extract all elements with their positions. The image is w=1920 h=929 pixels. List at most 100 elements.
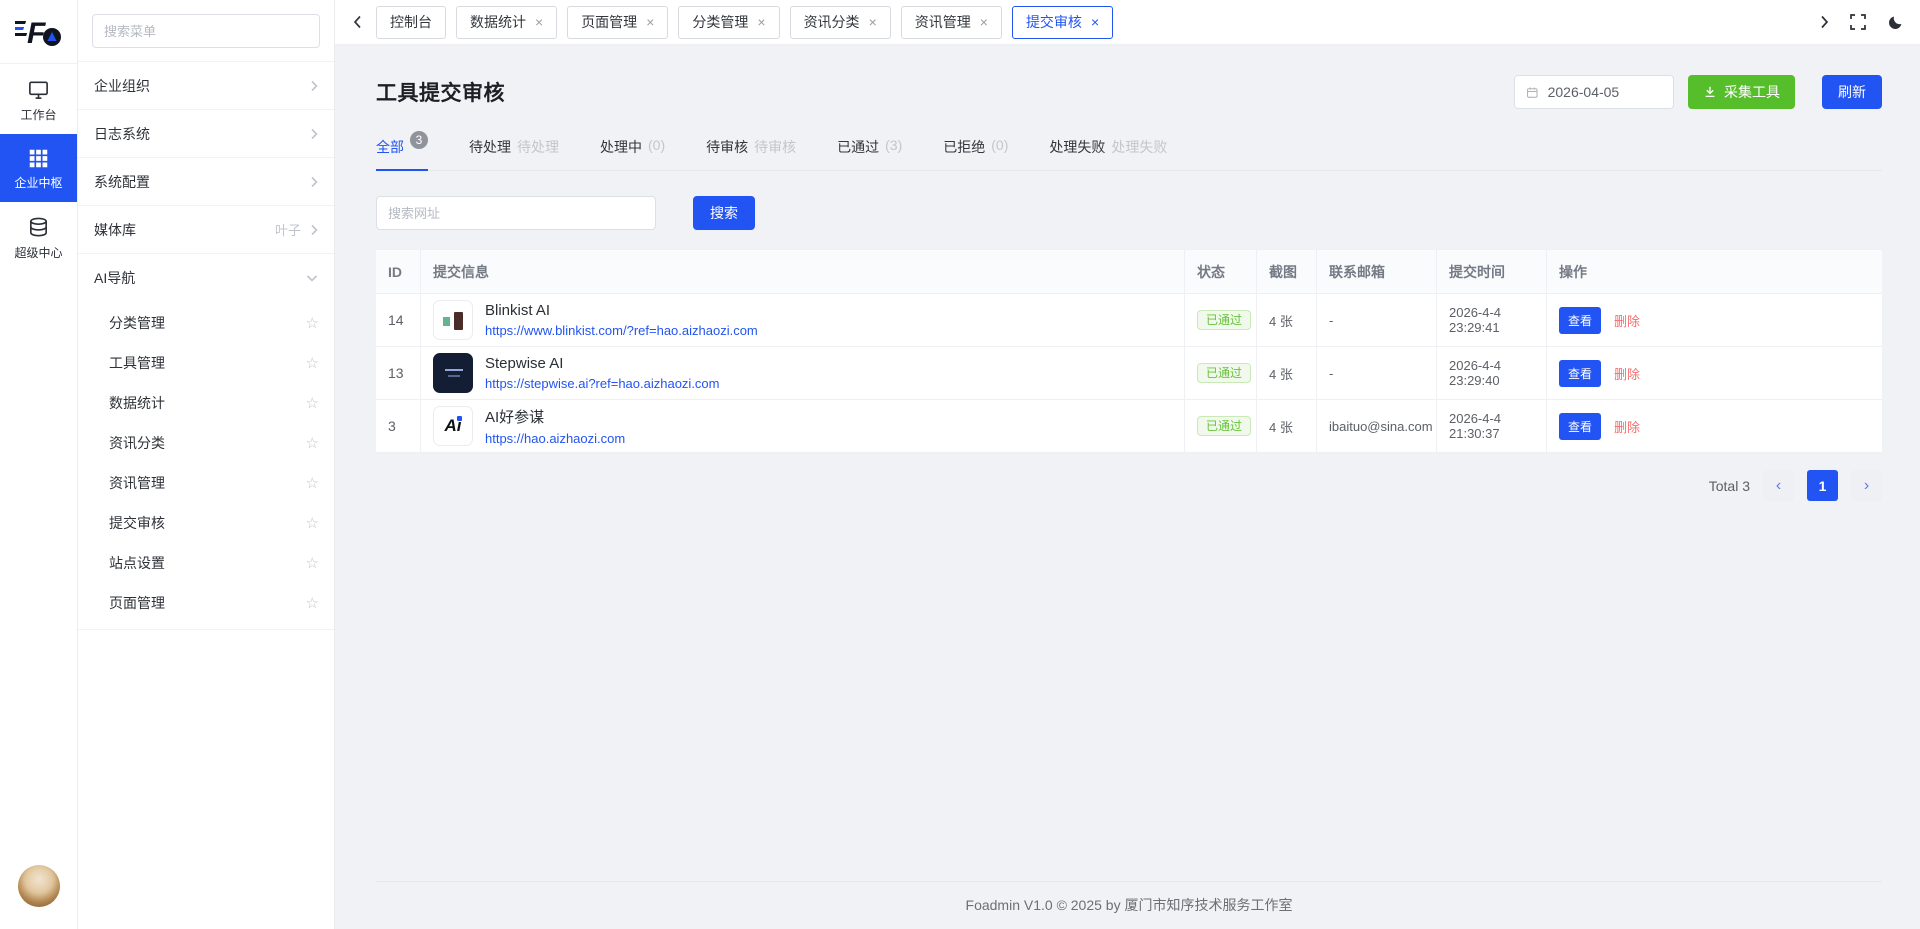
star-icon[interactable]: ☆ xyxy=(306,596,319,611)
status-tab-awaiting-review[interactable]: 待审核 待审核 xyxy=(706,137,796,170)
rail-item-label: 企业中枢 xyxy=(14,177,62,189)
status-tab-processing[interactable]: 处理中 (0) xyxy=(600,137,665,170)
submenu-item-site-settings[interactable]: 站点设置 ☆ xyxy=(78,543,334,583)
view-button[interactable]: 查看 xyxy=(1559,413,1601,440)
next-page-icon[interactable]: › xyxy=(1851,470,1882,501)
star-icon[interactable]: ☆ xyxy=(306,436,319,451)
close-icon[interactable]: × xyxy=(869,15,877,29)
tab-console[interactable]: 控制台 xyxy=(376,6,446,39)
menu-item-org[interactable]: 企业组织 xyxy=(78,61,334,109)
tool-url-link[interactable]: https://hao.aizhaozi.com xyxy=(485,431,625,446)
left-rail: F 工作台 企业中枢 xyxy=(0,0,78,929)
page-number-current[interactable]: 1 xyxy=(1807,470,1838,501)
view-button[interactable]: 查看 xyxy=(1559,360,1601,387)
star-icon[interactable]: ☆ xyxy=(306,476,319,491)
fullscreen-icon[interactable] xyxy=(1850,14,1866,30)
tab-label: 控制台 xyxy=(390,12,432,32)
tab-news-category[interactable]: 资讯分类 × xyxy=(790,6,891,39)
tab-category-mgmt[interactable]: 分类管理 × xyxy=(678,6,779,39)
submenu-item-tool-mgmt[interactable]: 工具管理 ☆ xyxy=(78,343,334,383)
open-tabs: 控制台 数据统计 × 页面管理 × 分类管理 × 资讯分类 × xyxy=(376,6,1820,39)
status-tab-label: 全部 xyxy=(376,137,404,157)
menu-search-input[interactable] xyxy=(92,14,320,48)
main-area: 控制台 数据统计 × 页面管理 × 分类管理 × 资讯分类 × xyxy=(335,0,1920,929)
submenu-item-label: 工具管理 xyxy=(109,353,306,373)
svg-text:F: F xyxy=(27,17,46,50)
rail-item-workbench[interactable]: 工作台 xyxy=(0,64,77,134)
chevron-right-icon xyxy=(310,80,318,92)
header-controls: 采集工具 刷新 xyxy=(1514,75,1882,109)
star-icon[interactable]: ☆ xyxy=(306,316,319,331)
dark-mode-moon-icon[interactable] xyxy=(1887,14,1904,31)
refresh-button[interactable]: 刷新 xyxy=(1822,75,1882,109)
close-icon[interactable]: × xyxy=(757,15,765,29)
tabs-scroll-right-icon[interactable] xyxy=(1820,15,1829,29)
rail-item-super-center[interactable]: 超级中心 xyxy=(0,202,77,272)
menu-item-ai-nav[interactable]: AI导航 xyxy=(78,253,334,301)
cell-info: Blinkist AI https://www.blinkist.com/?re… xyxy=(421,294,1185,347)
chevron-down-icon xyxy=(306,274,318,282)
status-tab-rejected[interactable]: 已拒绝 (0) xyxy=(943,137,1008,170)
date-picker[interactable] xyxy=(1514,75,1674,109)
tool-url-link[interactable]: https://stepwise.ai?ref=hao.aizhaozi.com xyxy=(485,376,720,391)
collect-tools-button[interactable]: 采集工具 xyxy=(1688,75,1795,109)
status-tab-all[interactable]: 全部 3 xyxy=(376,137,428,170)
pagination: Total 3 ‹ 1 › xyxy=(376,470,1882,501)
menu-item-media-library[interactable]: 媒体库 叶子 xyxy=(78,205,334,253)
page-content: 工具提交审核 采集工具 xyxy=(335,45,1920,929)
submenu-item-page-mgmt[interactable]: 页面管理 ☆ xyxy=(78,583,334,623)
status-tab-label: 已拒绝 xyxy=(943,137,985,157)
search-button[interactable]: 搜索 xyxy=(693,196,755,230)
tool-info: Stepwise AI https://stepwise.ai?ref=hao.… xyxy=(485,355,720,391)
tab-data-stats[interactable]: 数据统计 × xyxy=(456,6,557,39)
user-avatar[interactable] xyxy=(18,865,60,907)
submenu-item-news-mgmt[interactable]: 资讯管理 ☆ xyxy=(78,463,334,503)
date-input[interactable] xyxy=(1548,84,1662,100)
menu-item-label: 媒体库 xyxy=(94,220,275,240)
tab-page-mgmt[interactable]: 页面管理 × xyxy=(567,6,668,39)
delete-link[interactable]: 删除 xyxy=(1614,364,1640,383)
url-search-input[interactable] xyxy=(376,196,656,230)
menu-item-label: AI导航 xyxy=(94,268,306,288)
cell-status: 已通过 xyxy=(1185,400,1257,453)
menu-item-label: 系统配置 xyxy=(94,172,310,192)
submenu-item-label: 分类管理 xyxy=(109,313,306,333)
status-tab-failed[interactable]: 处理失败 处理失败 xyxy=(1049,137,1167,170)
footer: Foadmin V1.0 © 2025 by 厦门市知序技术服务工作室 xyxy=(376,881,1882,929)
submenu-item-submission-review[interactable]: 提交审核 ☆ xyxy=(78,503,334,543)
tab-news-mgmt[interactable]: 资讯管理 × xyxy=(901,6,1002,39)
view-button[interactable]: 查看 xyxy=(1559,307,1601,334)
cell-status: 已通过 xyxy=(1185,294,1257,347)
close-icon[interactable]: × xyxy=(980,15,988,29)
submenu-item-data-stats[interactable]: 数据统计 ☆ xyxy=(78,383,334,423)
submenu-item-news-category[interactable]: 资讯分类 ☆ xyxy=(78,423,334,463)
page-tabbar: 控制台 数据统计 × 页面管理 × 分类管理 × 资讯分类 × xyxy=(335,0,1920,45)
submenu-item-category-mgmt[interactable]: 分类管理 ☆ xyxy=(78,303,334,343)
star-icon[interactable]: ☆ xyxy=(306,356,319,371)
database-icon xyxy=(27,216,50,239)
tool-name: AI好参谋 xyxy=(485,406,625,427)
close-icon[interactable]: × xyxy=(535,15,543,29)
star-icon[interactable]: ☆ xyxy=(306,396,319,411)
status-tab-pending[interactable]: 待处理 待处理 xyxy=(469,137,559,170)
tab-submission-review[interactable]: 提交审核 × xyxy=(1012,6,1113,39)
close-icon[interactable]: × xyxy=(1091,15,1099,29)
prev-page-icon[interactable]: ‹ xyxy=(1763,470,1794,501)
col-header-id: ID xyxy=(376,250,421,294)
search-button-label: 搜索 xyxy=(710,203,738,223)
rail-item-enterprise-hub[interactable]: 企业中枢 xyxy=(0,134,77,202)
star-icon[interactable]: ☆ xyxy=(306,516,319,531)
delete-link[interactable]: 删除 xyxy=(1614,311,1640,330)
menu-item-logs[interactable]: 日志系统 xyxy=(78,109,334,157)
cell-screenshots: 4 张 xyxy=(1257,400,1317,453)
close-icon[interactable]: × xyxy=(646,15,654,29)
tool-url-link[interactable]: https://www.blinkist.com/?ref=hao.aizhao… xyxy=(485,323,758,338)
star-icon[interactable]: ☆ xyxy=(306,556,319,571)
menu-item-system-config[interactable]: 系统配置 xyxy=(78,157,334,205)
status-tab-approved[interactable]: 已通过 (3) xyxy=(837,137,902,170)
delete-link[interactable]: 删除 xyxy=(1614,417,1640,436)
col-header-time: 提交时间 xyxy=(1437,250,1547,294)
submenu-item-label: 资讯管理 xyxy=(109,473,306,493)
table-row: 13 Stepwise AI https://stepwise.ai?ref=h… xyxy=(376,347,1882,400)
tabs-scroll-left-icon[interactable] xyxy=(343,15,372,29)
